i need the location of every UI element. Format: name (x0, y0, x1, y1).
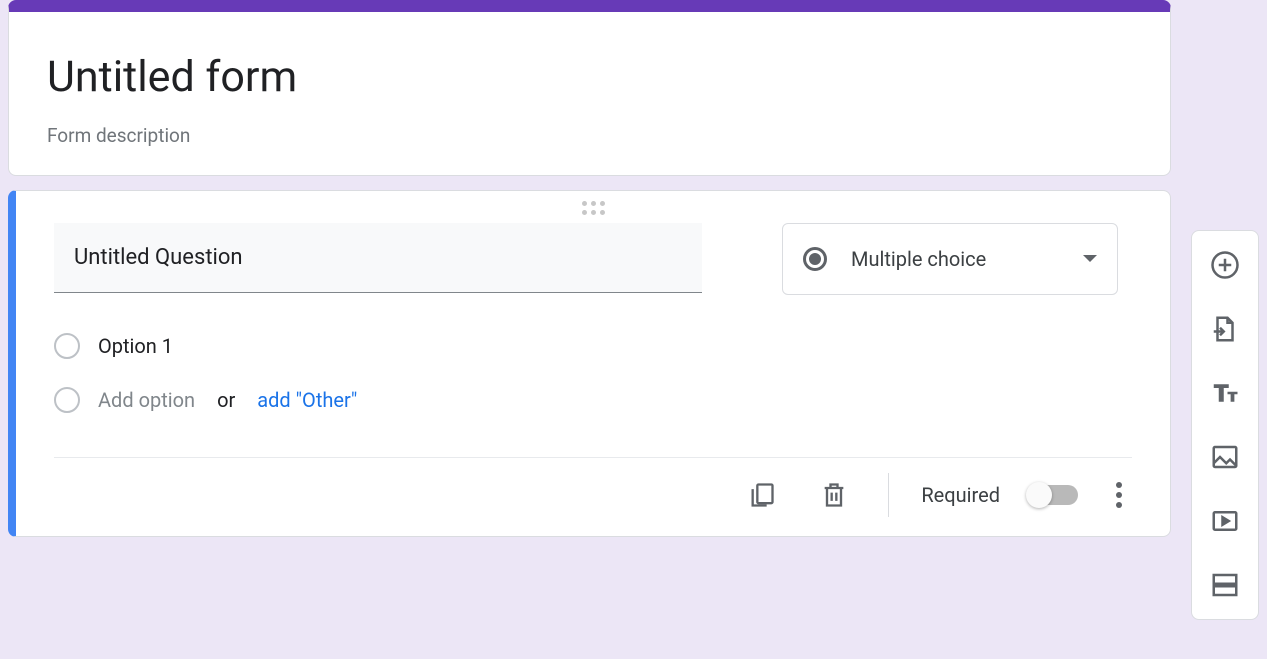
add-video-button[interactable] (1203, 499, 1247, 543)
drag-icon (582, 201, 605, 215)
option-label-input[interactable]: Option 1 (98, 334, 173, 358)
import-file-icon (1210, 314, 1240, 344)
add-option-button[interactable]: Add option (98, 388, 195, 412)
more-options-button[interactable] (1106, 472, 1132, 518)
text-tt-icon (1210, 378, 1240, 408)
trash-icon (820, 481, 848, 509)
form-title-input[interactable]: Untitled form (47, 50, 1132, 106)
required-toggle[interactable] (1028, 485, 1078, 505)
add-title-button[interactable] (1203, 371, 1247, 415)
copy-icon (748, 481, 776, 509)
question-type-label: Multiple choice (851, 247, 1059, 271)
add-question-button[interactable] (1203, 243, 1247, 287)
toggle-knob (1026, 482, 1052, 508)
question-type-dropdown[interactable]: Multiple choice (782, 223, 1118, 295)
chevron-down-icon (1083, 255, 1097, 262)
add-option-row: Add option or add "Other" (54, 373, 1132, 427)
radio-icon (54, 387, 80, 413)
drag-handle[interactable] (54, 191, 1132, 223)
kebab-icon (1116, 482, 1122, 488)
add-other-button[interactable]: add "Other" (257, 388, 357, 412)
import-questions-button[interactable] (1203, 307, 1247, 351)
question-title-input[interactable] (54, 223, 702, 293)
question-card: Multiple choice Option 1 Add option or a… (8, 190, 1171, 537)
form-description-input[interactable]: Form description (47, 124, 1132, 147)
radio-icon (54, 333, 80, 359)
radio-filled-icon (803, 247, 827, 271)
delete-button[interactable] (812, 473, 856, 517)
divider (888, 473, 889, 517)
video-icon (1210, 506, 1240, 536)
or-text: or (217, 388, 235, 412)
option-row: Option 1 (54, 319, 1132, 373)
required-label: Required (921, 483, 1000, 507)
floating-toolbar (1191, 230, 1259, 620)
section-icon (1210, 570, 1240, 600)
add-image-button[interactable] (1203, 435, 1247, 479)
plus-circle-icon (1210, 250, 1240, 280)
duplicate-button[interactable] (740, 473, 784, 517)
add-section-button[interactable] (1203, 563, 1247, 607)
image-icon (1210, 442, 1240, 472)
form-header-card: Untitled form Form description (8, 0, 1171, 176)
